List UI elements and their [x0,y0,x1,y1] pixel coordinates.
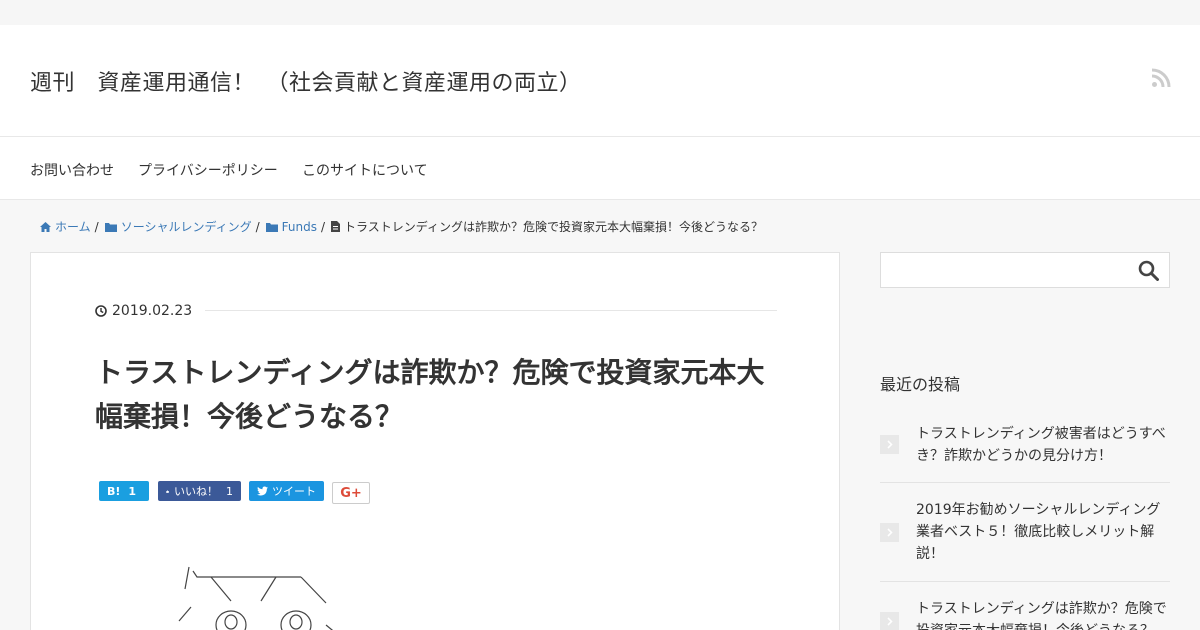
facebook-count: 1 [226,484,233,498]
hatena-bookmark-button[interactable]: B! 1 [99,481,149,501]
twitter-label: ツイート [272,485,316,498]
post-title: トラストレンディングは詐欺か？危険で投資家元本大幅棄損！今後どうなる？ [95,356,765,433]
recent-post-item[interactable]: トラストレンディングは詐欺か？危険で投資家元本大幅棄損！今後どうなる？ [880,598,1170,630]
recent-post-title[interactable]: 2019年お勧めソーシャルレンディング業者ベスト５！徹底比較しメリット解説！ [916,499,1170,565]
site-title[interactable]: 週刊 資産運用通信！ （社会貢献と資産運用の両立） [30,65,582,97]
googleplus-button[interactable]: G+ [332,482,370,504]
recent-post-item[interactable]: 2019年お勧めソーシャルレンディング業者ベスト５！徹底比較しメリット解説！ [880,498,1170,582]
document-icon [331,221,341,232]
breadcrumb-home[interactable]: ホーム [40,218,91,235]
breadcrumb-separator: / [255,219,260,234]
twitter-icon [257,486,268,496]
main-nav: お問い合わせ プライバシーポリシー このサイトについて [0,137,1200,200]
facebook-label: いいね！ [174,485,218,498]
post-date: 2019.02.23 [95,303,192,319]
thumbs-up-icon [166,489,169,493]
search-input[interactable] [881,253,1131,287]
folder-icon [104,222,117,232]
breadcrumb-category-funds[interactable]: Funds [265,219,317,234]
chevron-right-icon [880,612,899,630]
nav-item-about[interactable]: このサイトについて [302,160,428,180]
hatena-label: B! [107,484,121,498]
breadcrumb-home-label: ホーム [55,220,91,234]
facebook-like-button[interactable]: いいね！ 1 [158,481,241,501]
rss-icon[interactable] [1151,68,1171,88]
search-box[interactable] [880,252,1170,288]
recent-post-item[interactable]: トラストレンディング被害者はどうすべき？詐欺かどうかの見分け方！ [880,423,1170,483]
breadcrumb-separator: / [94,219,99,234]
breadcrumb-category-social-lending[interactable]: ソーシャルレンディング [104,218,252,235]
breadcrumb-current: トラストレンディングは詐欺か？危険で投資家元本大幅棄損！今後どうなる？ [331,218,763,235]
chevron-right-icon [880,523,899,542]
breadcrumb-category1-label: ソーシャルレンディング [120,220,252,234]
breadcrumb: ホーム / ソーシャルレンディング / Funds / トラストレンディングは詐… [40,218,763,235]
clock-icon [95,305,107,317]
breadcrumb-separator: / [320,219,326,234]
breadcrumb-current-label: トラストレンディングは詐欺か？危険で投資家元本大幅棄損！今後どうなる？ [344,220,763,234]
chevron-right-icon [880,435,899,454]
nav-item-privacy[interactable]: プライバシーポリシー [138,160,278,180]
nav-item-contact[interactable]: お問い合わせ [30,160,114,180]
home-icon [40,221,51,232]
search-icon[interactable] [1138,260,1159,281]
hatena-count: 1 [128,484,137,498]
recent-post-title[interactable]: トラストレンディング被害者はどうすべき？詐欺かどうかの見分け方！ [916,423,1170,467]
site-header: 週刊 資産運用通信！ （社会貢献と資産運用の両立） [0,25,1200,137]
top-strip [0,0,1200,25]
article-card: 2019.02.23 トラストレンディングは詐欺か？危険で投資家元本大幅棄損！今… [30,252,840,630]
recent-post-title[interactable]: トラストレンディングは詐欺か？危険で投資家元本大幅棄損！今後どうなる？ [916,598,1170,630]
twitter-tweet-button[interactable]: ツイート [249,481,324,501]
folder-icon [265,222,278,232]
post-date-text: 2019.02.23 [112,303,193,319]
ascii-art-image [178,566,334,630]
googleplus-label: G+ [340,485,362,501]
recent-posts-title: 最近の投稿 [880,375,961,394]
breadcrumb-category2-label: Funds [281,219,317,234]
date-divider [205,310,777,311]
